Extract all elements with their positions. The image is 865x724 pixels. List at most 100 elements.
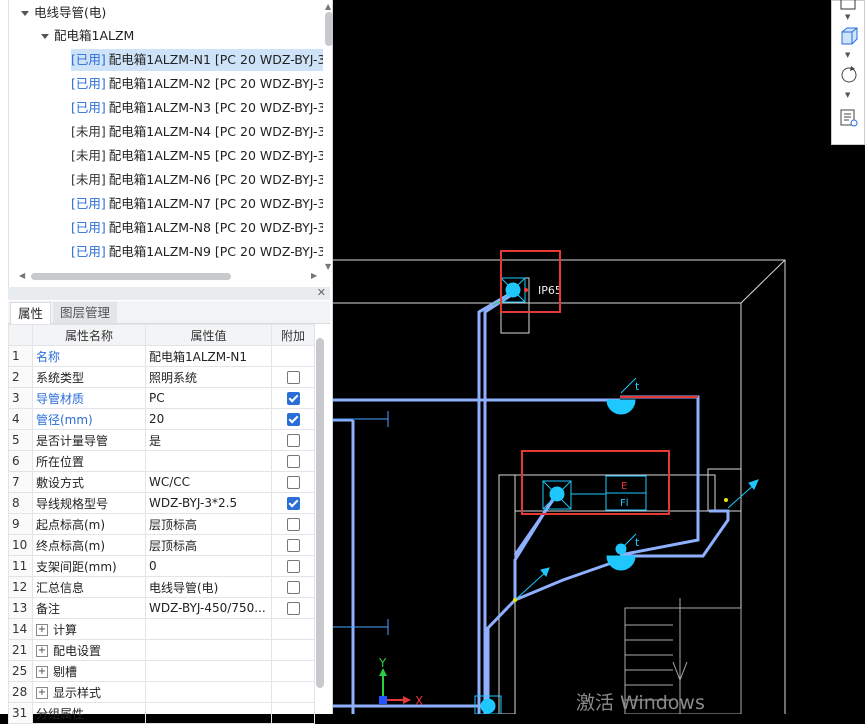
rotate-icon[interactable]	[840, 65, 857, 83]
property-row[interactable]: 28 + 显示样式	[8, 681, 315, 703]
extra-checkbox[interactable]	[286, 518, 300, 531]
property-value[interactable]: 层顶标高	[145, 534, 272, 556]
property-value[interactable]	[145, 450, 272, 472]
tree-child[interactable]: 配电箱1ALZM	[41, 25, 134, 47]
extra-checkbox[interactable]	[286, 539, 300, 552]
property-row[interactable]: 4 管径(mm) 20	[8, 408, 315, 430]
tree-hscroll-thumb[interactable]	[31, 273, 231, 280]
property-value[interactable]: WC/CC	[145, 471, 272, 493]
property-value[interactable]: 0	[145, 555, 272, 577]
extra-checkbox[interactable]	[286, 434, 300, 447]
chevron-down-icon[interactable]: ▼	[845, 91, 850, 99]
properties-vscroll[interactable]	[316, 338, 324, 688]
property-value[interactable]: 照明系统	[145, 366, 272, 388]
expand-triangle-icon[interactable]	[21, 11, 29, 16]
extra-checkbox[interactable]	[286, 602, 300, 615]
property-row[interactable]: 5 是否计量导管 是	[8, 429, 315, 451]
property-row[interactable]: 2 系统类型 照明系统	[8, 366, 315, 388]
property-extra[interactable]	[271, 597, 315, 619]
tab-layer-management[interactable]: 图层管理	[53, 302, 118, 323]
property-extra[interactable]	[271, 534, 315, 556]
property-value[interactable]: 20	[145, 408, 272, 430]
property-extra[interactable]	[271, 492, 315, 514]
property-extra[interactable]	[271, 408, 315, 430]
tree-item[interactable]: [未用] 配电箱1ALZM-N5 [PC 20 WDZ-BYJ-3	[71, 145, 323, 167]
property-row[interactable]: 14 + 计算	[8, 618, 315, 640]
extra-checkbox[interactable]	[286, 560, 300, 573]
extra-checkbox[interactable]	[286, 497, 300, 510]
view-icon[interactable]	[840, 0, 856, 11]
panel-splitter[interactable]: ✕	[8, 286, 330, 300]
property-value[interactable]: 电线导管(电)	[145, 576, 272, 598]
property-row[interactable]: 11 支架间距(mm) 0	[8, 555, 315, 577]
expand-plus-icon[interactable]: +	[36, 687, 48, 699]
chevron-down-icon[interactable]: ▼	[845, 13, 850, 21]
property-name-text: 终点标高(m)	[36, 538, 106, 553]
property-row[interactable]: 31 分组属性	[8, 702, 315, 724]
extra-checkbox[interactable]	[286, 581, 300, 594]
property-extra[interactable]	[271, 513, 315, 535]
property-extra[interactable]	[271, 450, 315, 472]
property-value[interactable]: 是	[145, 429, 272, 451]
property-extra[interactable]	[271, 366, 315, 388]
tree-item[interactable]: [未用] 配电箱1ALZM-N6 [PC 20 WDZ-BYJ-3	[71, 169, 323, 191]
property-extra[interactable]	[271, 471, 315, 493]
property-row[interactable]: 21 + 配电设置	[8, 639, 315, 661]
property-value[interactable]	[145, 639, 272, 661]
property-extra[interactable]	[271, 387, 315, 409]
property-value[interactable]: 配电箱1ALZM-N1	[145, 345, 272, 367]
layer-list-icon[interactable]	[840, 109, 858, 127]
chevron-down-icon[interactable]: ▼	[845, 51, 850, 59]
tree-item[interactable]: [已用] 配电箱1ALZM-N1 [PC 20 WDZ-BYJ-3	[71, 49, 323, 71]
property-extra[interactable]	[271, 429, 315, 451]
tree-root[interactable]: 电线导管(电)	[21, 2, 106, 24]
property-value[interactable]: WDZ-BYJ-3*2.5	[145, 492, 272, 514]
tree-item[interactable]: [已用] 配电箱1ALZM-N3 [PC 20 WDZ-BYJ-3	[71, 97, 323, 119]
extra-checkbox[interactable]	[286, 392, 300, 405]
property-row[interactable]: 13 备注 WDZ-BYJ-450/750...	[8, 597, 315, 619]
scroll-up-icon[interactable]: ▲	[325, 2, 331, 11]
tree-item[interactable]: [已用] 配电箱1ALZM-N9 [PC 20 WDZ-BYJ-3	[71, 241, 323, 263]
property-value[interactable]	[145, 702, 272, 724]
property-value[interactable]: WDZ-BYJ-450/750...	[145, 597, 272, 619]
property-row[interactable]: 12 汇总信息 电线导管(电)	[8, 576, 315, 598]
property-value[interactable]	[145, 660, 272, 682]
expand-plus-icon[interactable]: +	[36, 666, 48, 678]
property-value[interactable]: 层顶标高	[145, 513, 272, 535]
extra-checkbox[interactable]	[286, 476, 300, 489]
tree-hscroll[interactable]: ◀ ▶	[17, 270, 325, 282]
property-row[interactable]: 25 + 剔槽	[8, 660, 315, 682]
tree-item-label: 配电箱1ALZM-N1 [PC 20 WDZ-BYJ-3	[108, 52, 323, 67]
scroll-right-icon[interactable]: ▶	[311, 271, 317, 280]
tree-item[interactable]: [未用] 配电箱1ALZM-N4 [PC 20 WDZ-BYJ-3	[71, 121, 323, 143]
tree-vscroll[interactable]	[325, 12, 333, 46]
property-row[interactable]: 8 导线规格型号 WDZ-BYJ-3*2.5	[8, 492, 315, 514]
property-value[interactable]: PC	[145, 387, 272, 409]
property-value[interactable]	[145, 618, 272, 640]
property-value[interactable]	[145, 681, 272, 703]
scroll-left-icon[interactable]: ◀	[19, 271, 25, 280]
extra-checkbox[interactable]	[286, 371, 300, 384]
expand-triangle-icon[interactable]	[41, 34, 49, 39]
close-icon[interactable]: ✕	[317, 286, 326, 299]
property-row[interactable]: 1 名称 配电箱1ALZM-N1	[8, 345, 315, 367]
scroll-down-icon[interactable]: ▼	[325, 262, 331, 271]
tree-item[interactable]: [已用] 配电箱1ALZM-N7 [PC 20 WDZ-BYJ-3	[71, 193, 323, 215]
cube-icon[interactable]	[840, 27, 858, 45]
expand-plus-icon[interactable]: +	[36, 645, 48, 657]
property-row[interactable]: 3 导管材质 PC	[8, 387, 315, 409]
property-extra[interactable]	[271, 555, 315, 577]
property-row[interactable]: 6 所在位置	[8, 450, 315, 472]
extra-checkbox[interactable]	[286, 455, 300, 468]
property-row[interactable]: 7 敷设方式 WC/CC	[8, 471, 315, 493]
tab-properties[interactable]: 属性	[10, 302, 52, 325]
extra-checkbox[interactable]	[286, 413, 300, 426]
cad-canvas[interactable]: IP65 t t E Fl Y X	[333, 0, 865, 714]
property-row[interactable]: 9 起点标高(m) 层顶标高	[8, 513, 315, 535]
property-extra[interactable]	[271, 576, 315, 598]
property-extra	[271, 660, 315, 682]
tree-item[interactable]: [已用] 配电箱1ALZM-N8 [PC 20 WDZ-BYJ-3	[71, 217, 323, 239]
tree-item[interactable]: [已用] 配电箱1ALZM-N2 [PC 20 WDZ-BYJ-3	[71, 73, 323, 95]
property-row[interactable]: 10 终点标高(m) 层顶标高	[8, 534, 315, 556]
expand-plus-icon[interactable]: +	[36, 624, 48, 636]
